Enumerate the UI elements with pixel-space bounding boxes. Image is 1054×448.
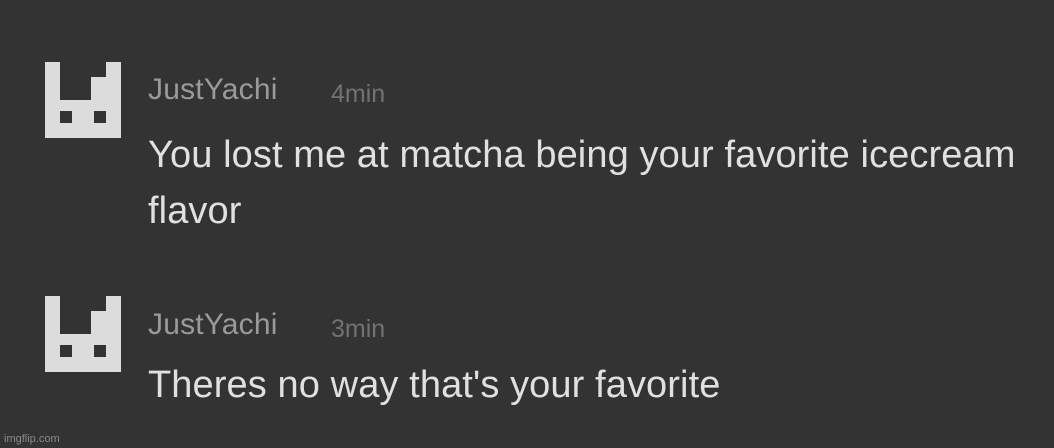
blocky-robot-avatar-icon [45, 62, 121, 138]
username[interactable]: JustYachi [148, 73, 278, 107]
avatar[interactable] [45, 296, 121, 372]
avatar[interactable] [45, 62, 121, 138]
comment-text: You lost me at matcha being your favorit… [148, 134, 1016, 232]
comment-item: JustYachi 3min Theres no way that's your… [0, 240, 1054, 448]
timestamp: 3min [331, 315, 386, 343]
timestamp: 4min [331, 80, 386, 108]
comment-item: JustYachi 4min You lost me at matcha bei… [0, 0, 1054, 240]
watermark: imgflip.com [4, 433, 60, 445]
blocky-robot-avatar-icon [45, 296, 121, 372]
username[interactable]: JustYachi [148, 308, 278, 342]
comment-text: Theres no way that's your favorite [148, 364, 721, 406]
